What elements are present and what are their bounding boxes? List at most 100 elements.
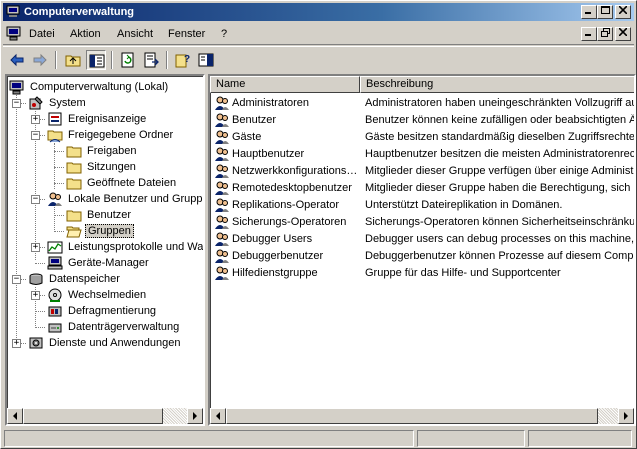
scroll-thumb[interactable] xyxy=(23,408,163,424)
status-bar xyxy=(3,429,634,447)
maximize-button[interactable] xyxy=(597,5,613,19)
menu-help[interactable]: ? xyxy=(221,28,227,40)
menu-fenster[interactable]: Fenster xyxy=(168,28,205,40)
group-icon xyxy=(215,198,229,212)
group-description: Benutzer können keine zufälligen oder be… xyxy=(365,114,635,126)
scroll-left-button[interactable] xyxy=(210,408,226,424)
table-row[interactable]: Hauptbenutzer Hauptbenutzer besitzen die … xyxy=(210,146,634,163)
computer-management-icon xyxy=(6,5,20,17)
title-bar[interactable]: Computerverwaltung xyxy=(3,3,634,21)
list-header: Name Beschreibung xyxy=(210,76,634,93)
minimize-button[interactable] xyxy=(581,5,597,19)
close-icon xyxy=(618,5,628,15)
back-button[interactable] xyxy=(7,50,27,70)
column-header-name[interactable]: Name xyxy=(210,76,360,93)
tree-connector xyxy=(54,207,55,230)
window-title: Computerverwaltung xyxy=(24,6,135,18)
tree-connector xyxy=(54,183,64,184)
collapse-toggle[interactable]: − xyxy=(31,131,40,140)
show-hide-tree-icon xyxy=(89,54,105,68)
scroll-right-button[interactable] xyxy=(618,408,634,424)
console-tree-pane[interactable]: Computerverwaltung (Lokal) − System + Er… xyxy=(5,74,205,426)
expand-toggle[interactable]: + xyxy=(31,243,40,252)
menu-ansicht[interactable]: Ansicht xyxy=(117,28,153,40)
forward-button[interactable] xyxy=(30,50,50,70)
tree-label: Geräte-Manager xyxy=(68,257,149,269)
mmc-document-icon[interactable] xyxy=(6,26,22,41)
console-tree-button[interactable] xyxy=(196,50,216,70)
group-name: Hilfedienstgruppe xyxy=(232,267,318,279)
scroll-right-button[interactable] xyxy=(187,408,203,424)
removable-storage-icon xyxy=(48,288,62,302)
group-name: Hauptbenutzer xyxy=(232,148,305,160)
tree-label: Sitzungen xyxy=(87,161,136,173)
group-icon xyxy=(215,215,229,229)
minimize-icon xyxy=(585,12,591,14)
group-description: Debuggerbenutzer können Prozesse auf die… xyxy=(365,250,635,262)
tree-label: Wechselmedien xyxy=(68,289,147,301)
scroll-thumb[interactable] xyxy=(226,408,598,424)
table-row[interactable]: Debuggerbenutzer Debuggerbenutzer können … xyxy=(210,248,634,265)
close-button[interactable] xyxy=(615,5,631,19)
column-header-description[interactable]: Beschreibung xyxy=(360,76,634,93)
folder-icon xyxy=(66,146,82,158)
help-button[interactable]: ? xyxy=(173,50,193,70)
disk-management-icon xyxy=(48,323,62,333)
tree-connector xyxy=(35,327,45,328)
refresh-button[interactable] xyxy=(118,50,138,70)
group-icon xyxy=(215,266,229,280)
details-pane[interactable]: Name Beschreibung Administratoren Adminis… xyxy=(208,74,636,426)
table-row[interactable]: Benutzer Benutzer können keine zufälligen… xyxy=(210,112,634,129)
computer-management-window: Computerverwaltung Datei Aktion Ansicht … xyxy=(0,0,637,449)
menu-aktion[interactable]: Aktion xyxy=(70,28,101,40)
up-one-level-button[interactable] xyxy=(63,50,83,70)
scroll-left-button[interactable] xyxy=(7,408,23,424)
event-viewer-icon xyxy=(48,112,62,126)
tree-connector xyxy=(35,311,45,312)
show-hide-console-tree-button[interactable] xyxy=(86,50,106,70)
collapse-toggle[interactable]: − xyxy=(12,275,21,284)
tree-horizontal-scrollbar[interactable] xyxy=(7,408,203,424)
group-name: Netzwerkkonfigurations… xyxy=(232,165,358,177)
group-name: Sicherungs-Operatoren xyxy=(232,216,347,228)
group-icon xyxy=(215,164,229,178)
tree-label: Benutzer xyxy=(87,209,132,221)
group-description: Mitglieder dieser Gruppe verfügen über e… xyxy=(365,165,635,177)
menu-datei[interactable]: Datei xyxy=(29,28,55,40)
arrow-left-icon xyxy=(216,412,220,420)
table-row[interactable]: Hilfedienstgruppe Gruppe für das Hilfe- u… xyxy=(210,265,634,282)
table-row[interactable]: Debugger Users Debugger users can debug p… xyxy=(210,231,634,248)
group-name: Debuggerbenutzer xyxy=(232,250,324,262)
child-restore-button[interactable] xyxy=(597,27,613,41)
tree-connector xyxy=(54,151,64,152)
table-row[interactable]: Sicherungs-Operatoren Sicherungs-Operator… xyxy=(210,214,634,231)
expand-toggle[interactable]: + xyxy=(31,291,40,300)
expand-toggle[interactable]: + xyxy=(12,339,21,348)
child-minimize-button[interactable] xyxy=(581,27,597,41)
table-row[interactable]: Administratoren Administratoren haben une… xyxy=(210,95,634,112)
child-close-button[interactable] xyxy=(615,27,631,41)
toolbar-separator xyxy=(111,51,113,69)
table-row[interactable]: Remotedesktopbenutzer Mitglieder dieser G… xyxy=(210,180,634,197)
group-icon xyxy=(215,96,229,110)
open-folder-icon xyxy=(66,226,82,238)
list-horizontal-scrollbar[interactable] xyxy=(210,408,634,424)
expand-toggle[interactable]: + xyxy=(31,115,40,124)
group-description: Gäste besitzen standardmäßig dieselben Z… xyxy=(365,131,635,143)
group-description: Gruppe für das Hilfe- und Supportcenter xyxy=(365,267,561,279)
users-group-icon xyxy=(48,192,62,206)
performance-logs-icon xyxy=(47,241,63,254)
collapse-toggle[interactable]: − xyxy=(31,195,40,204)
tree-connector xyxy=(54,215,64,216)
arrow-right-icon xyxy=(624,412,628,420)
tree-connector xyxy=(54,231,64,232)
collapse-toggle[interactable]: − xyxy=(12,99,21,108)
table-row[interactable]: Replikations-Operator Unterstützt Dateire… xyxy=(210,197,634,214)
status-panel-tertiary xyxy=(528,430,632,447)
services-applications-icon xyxy=(29,337,43,349)
table-row[interactable]: Gäste Gäste besitzen standardmäßig diesel… xyxy=(210,129,634,146)
table-row[interactable]: Netzwerkkonfigurations… Mitglieder dieser… xyxy=(210,163,634,180)
restore-icon xyxy=(600,28,610,37)
export-list-button[interactable] xyxy=(141,50,161,70)
forward-arrow-icon xyxy=(33,53,47,67)
